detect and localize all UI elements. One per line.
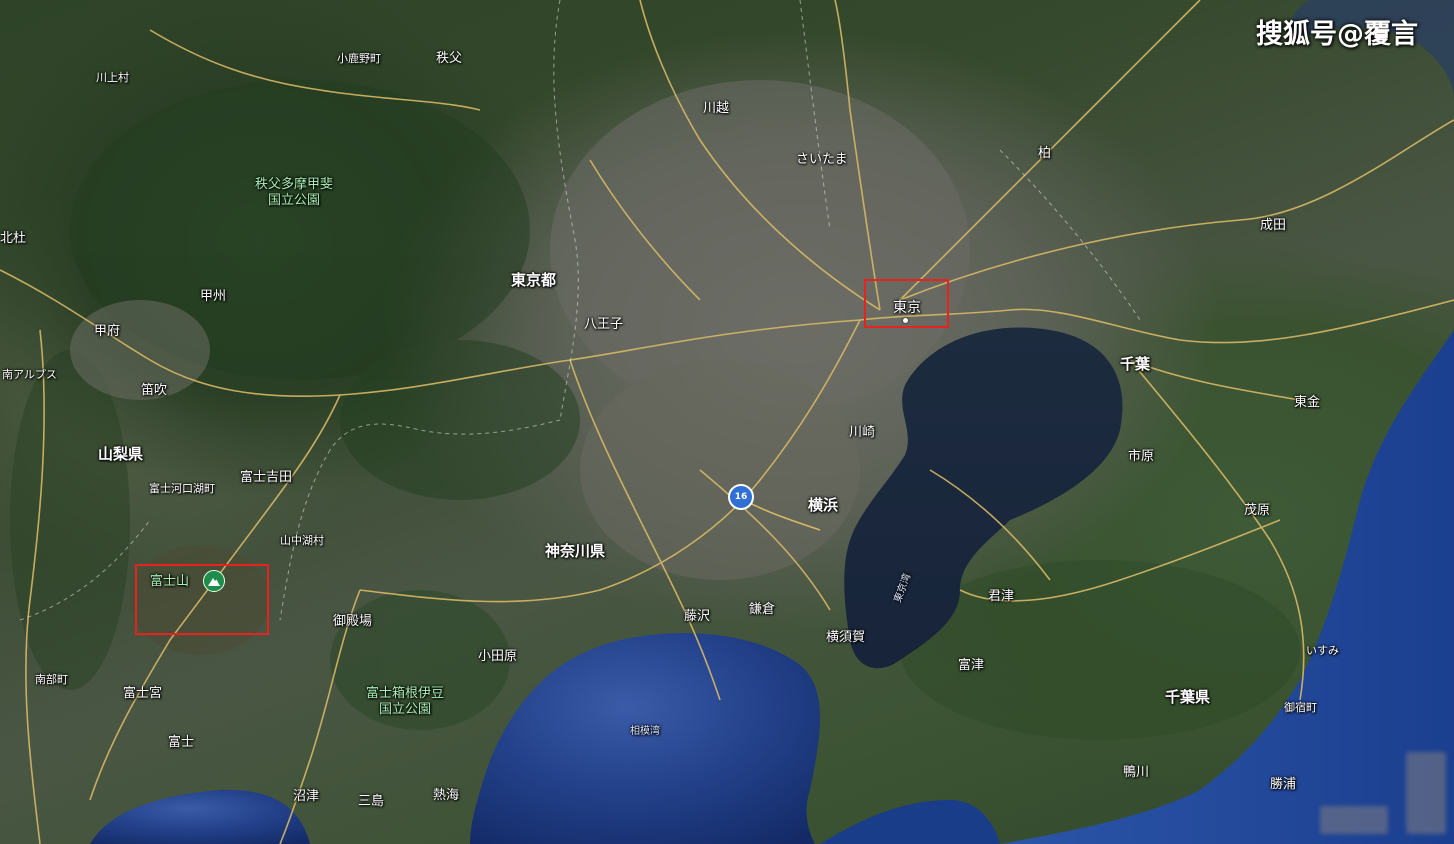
route-16-shield[interactable]: 16 bbox=[728, 484, 754, 510]
label-kanagawa-ken[interactable]: 神奈川県 bbox=[545, 540, 605, 561]
mountain-poi-icon[interactable] bbox=[203, 570, 225, 592]
label-kamogawa[interactable]: 鴨川 bbox=[1123, 761, 1149, 780]
label-yokohama[interactable]: 横浜 bbox=[808, 494, 838, 515]
label-fuji[interactable]: 富士 bbox=[168, 731, 194, 750]
label-fujiyoshida[interactable]: 富士吉田 bbox=[240, 466, 292, 485]
blurred-logo-region bbox=[1320, 806, 1388, 834]
label-kofu[interactable]: 甲府 bbox=[94, 320, 120, 339]
label-koshu[interactable]: 甲州 bbox=[200, 285, 226, 304]
label-kashiwa[interactable]: 柏 bbox=[1038, 142, 1051, 161]
label-park-fuji-hakone[interactable]: 富士箱根伊豆 国立公園 bbox=[366, 686, 444, 718]
label-hachioji[interactable]: 八王子 bbox=[584, 313, 623, 332]
label-kawasaki[interactable]: 川崎 bbox=[849, 421, 875, 440]
tokyo-point-icon bbox=[903, 318, 908, 323]
label-mishima[interactable]: 三島 bbox=[358, 790, 384, 809]
label-yamanashi-ken[interactable]: 山梨県 bbox=[98, 443, 143, 464]
label-fuefuki[interactable]: 笛吹 bbox=[141, 379, 167, 398]
label-chichibu[interactable]: 秩父 bbox=[436, 47, 462, 66]
mountain-icon bbox=[208, 578, 220, 586]
label-yokosuka[interactable]: 横須賀 bbox=[826, 626, 865, 645]
park-name-line1: 富士箱根伊豆 bbox=[366, 686, 445, 701]
label-numazu[interactable]: 沼津 bbox=[293, 785, 319, 804]
label-fujinomiya[interactable]: 富士宮 bbox=[123, 682, 162, 701]
label-ichihara[interactable]: 市原 bbox=[1128, 445, 1154, 464]
pacific-south bbox=[820, 800, 1000, 844]
label-kimitsu[interactable]: 君津 bbox=[988, 585, 1014, 604]
label-fujikawaguchiko[interactable]: 富士河口湖町 bbox=[149, 480, 215, 496]
sagami-bay bbox=[470, 633, 820, 844]
label-chiba-ken[interactable]: 千葉県 bbox=[1165, 686, 1210, 707]
label-isumi[interactable]: いすみ bbox=[1306, 642, 1339, 658]
park-name-line2: 国立公園 bbox=[379, 702, 432, 717]
label-togane[interactable]: 東金 bbox=[1294, 391, 1320, 410]
satellite-map[interactable]: 16 小鹿野町 秩父 川上村 川越 さいたま 柏 成田 北杜 秩父多摩甲斐 国立… bbox=[0, 0, 1454, 844]
park-name-line2: 国立公園 bbox=[268, 193, 321, 208]
label-tokyo[interactable]: 東京 bbox=[893, 297, 921, 317]
label-sagami-bay[interactable]: 相模湾 bbox=[630, 722, 660, 737]
watermark-text: 搜狐号@覆言 bbox=[1256, 19, 1418, 50]
label-mobara[interactable]: 茂原 bbox=[1244, 499, 1270, 518]
label-tokyo-to[interactable]: 東京都 bbox=[511, 269, 556, 290]
label-fujisawa[interactable]: 藤沢 bbox=[684, 605, 710, 624]
label-futtsu[interactable]: 富津 bbox=[958, 654, 984, 673]
label-minami-alps[interactable]: 南アルプス bbox=[2, 366, 57, 382]
label-kawakami[interactable]: 川上村 bbox=[96, 69, 129, 85]
blurred-corner-region bbox=[1406, 752, 1446, 834]
label-nanbu[interactable]: 南部町 bbox=[35, 671, 68, 687]
map-base-layer bbox=[0, 0, 1454, 844]
label-chiba[interactable]: 千葉 bbox=[1120, 353, 1150, 374]
label-odawara[interactable]: 小田原 bbox=[478, 645, 517, 664]
label-yamanakako[interactable]: 山中湖村 bbox=[280, 532, 324, 548]
label-atami[interactable]: 熱海 bbox=[433, 784, 459, 803]
label-gotemba[interactable]: 御殿場 bbox=[333, 610, 372, 629]
label-park-chichibu-tama[interactable]: 秩父多摩甲斐 国立公園 bbox=[255, 177, 333, 209]
park-name-line1: 秩父多摩甲斐 bbox=[255, 177, 334, 192]
label-onjuku[interactable]: 御宿町 bbox=[1284, 699, 1317, 715]
label-kamakura[interactable]: 鎌倉 bbox=[749, 598, 775, 617]
label-narita[interactable]: 成田 bbox=[1260, 214, 1286, 233]
label-saitama[interactable]: さいたま bbox=[796, 148, 848, 167]
label-kawagoe[interactable]: 川越 bbox=[703, 97, 729, 116]
label-hokuto[interactable]: 北杜 bbox=[0, 227, 26, 246]
label-kohanoyama[interactable]: 小鹿野町 bbox=[337, 50, 381, 66]
label-katsuura[interactable]: 勝浦 bbox=[1270, 773, 1296, 792]
label-fujisan[interactable]: 富士山 bbox=[150, 574, 189, 590]
suruga-bay bbox=[90, 789, 310, 844]
